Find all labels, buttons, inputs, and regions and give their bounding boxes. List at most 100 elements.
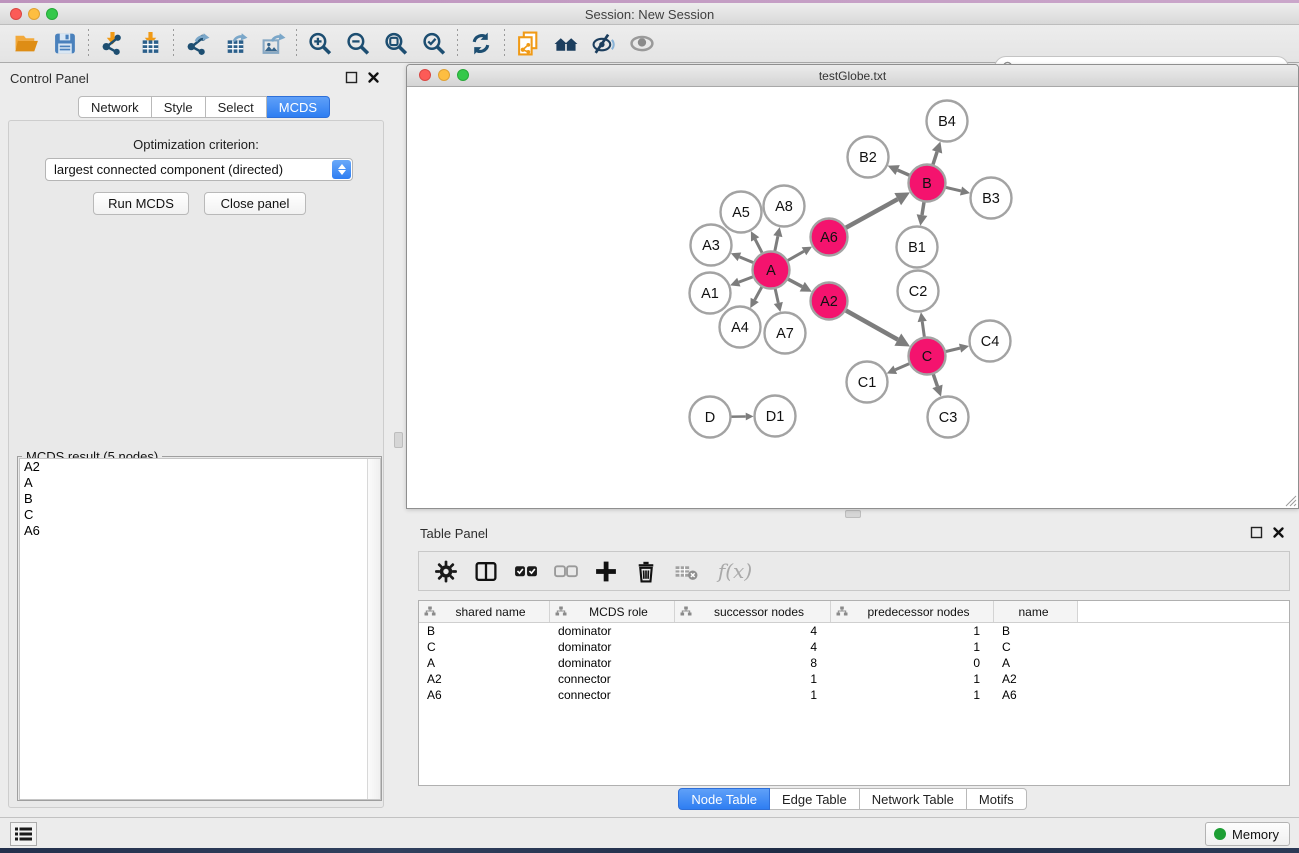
open-folder-button[interactable] (8, 28, 46, 60)
cell-name[interactable]: C (994, 639, 1078, 655)
mcds-result-item[interactable]: A2 (20, 459, 380, 475)
cell-shared-name[interactable]: C (419, 639, 550, 655)
export-network-button[interactable] (178, 28, 216, 60)
close-panel-button[interactable]: Close panel (204, 192, 306, 215)
zoom-in-button[interactable] (301, 28, 339, 60)
tab-network-table[interactable]: Network Table (860, 788, 967, 810)
export-table-icon (222, 31, 249, 56)
refresh-layout-button[interactable] (462, 28, 500, 60)
table-row[interactable]: Bdominator41B (419, 623, 1289, 639)
zoom-fit-button[interactable] (377, 28, 415, 60)
cell-predecessor-nodes[interactable]: 1 (831, 639, 994, 655)
tab-edge-table[interactable]: Edge Table (770, 788, 860, 810)
column-header-predecessor-nodes[interactable]: predecessor nodes (831, 601, 994, 622)
control-panel-title: Control Panel (10, 71, 89, 86)
new-network-from-file-button[interactable] (509, 28, 547, 60)
export-table-button[interactable] (216, 28, 254, 60)
horizontal-split-handle[interactable] (845, 510, 861, 518)
export-image-button[interactable] (254, 28, 292, 60)
list-icon (15, 827, 32, 841)
memory-button[interactable]: Memory (1205, 822, 1290, 846)
tab-mcds[interactable]: MCDS (267, 96, 330, 118)
cell-successor-nodes[interactable]: 4 (675, 623, 831, 639)
table-row[interactable]: A2connector11A2 (419, 671, 1289, 687)
network-window-titlebar[interactable]: testGlobe.txt (407, 65, 1298, 87)
save-session-button[interactable] (46, 28, 84, 60)
cell-MCDS-role[interactable]: connector (550, 671, 675, 687)
network-title: testGlobe.txt (407, 69, 1298, 83)
float-panel-icon[interactable] (345, 71, 358, 84)
tab-motifs[interactable]: Motifs (967, 788, 1027, 810)
cell-MCDS-role[interactable]: connector (550, 687, 675, 703)
cell-shared-name[interactable]: A2 (419, 671, 550, 687)
cell-name[interactable]: B (994, 623, 1078, 639)
zoom-selected-button[interactable] (415, 28, 453, 60)
hide-graphics-details-button[interactable] (585, 28, 623, 60)
cell-MCDS-role[interactable]: dominator (550, 655, 675, 671)
cell-name[interactable]: A (994, 655, 1078, 671)
split-view-button[interactable] (469, 555, 503, 587)
mcds-result-item[interactable]: C (20, 507, 380, 523)
cell-MCDS-role[interactable]: dominator (550, 639, 675, 655)
cell-shared-name[interactable]: A6 (419, 687, 550, 703)
network-canvas[interactable]: B4B2BB3A8A5A6A3B1AA1C2A2A4A7C4CC1DD1C3 (407, 87, 1298, 508)
delete-column-button[interactable] (629, 555, 663, 587)
table-panel-title: Table Panel (420, 526, 488, 541)
cell-predecessor-nodes[interactable]: 1 (831, 623, 994, 639)
vertical-split-handle[interactable] (394, 432, 403, 448)
cell-name[interactable]: A6 (994, 687, 1078, 703)
mcds-result-item[interactable]: B (20, 491, 380, 507)
cell-MCDS-role[interactable]: dominator (550, 623, 675, 639)
tab-style[interactable]: Style (152, 96, 206, 118)
node-label-A4: A4 (731, 320, 749, 336)
column-header-successor-nodes[interactable]: successor nodes (675, 601, 831, 622)
cell-predecessor-nodes[interactable]: 1 (831, 671, 994, 687)
column-header-MCDS-role[interactable]: MCDS role (550, 601, 675, 622)
tab-node-table[interactable]: Node Table (678, 788, 770, 810)
deselect-all-columns-button[interactable] (549, 555, 583, 587)
mcds-result-item[interactable]: A (20, 475, 380, 491)
task-history-button[interactable] (10, 822, 37, 846)
optimization-criterion-select[interactable]: largest connected component (directed) (45, 158, 353, 181)
node-table[interactable]: shared nameMCDS rolesuccessor nodesprede… (418, 600, 1290, 786)
cell-successor-nodes[interactable]: 1 (675, 671, 831, 687)
arrowhead-icon (959, 344, 969, 353)
gear-button[interactable] (429, 555, 463, 587)
table-row[interactable]: A6connector11A6 (419, 687, 1289, 703)
cell-predecessor-nodes[interactable]: 1 (831, 687, 994, 703)
run-mcds-button[interactable]: Run MCDS (93, 192, 189, 215)
cell-shared-name[interactable]: B (419, 623, 550, 639)
cell-successor-nodes[interactable]: 1 (675, 687, 831, 703)
close-panel-icon[interactable] (367, 71, 380, 84)
cell-name[interactable]: A2 (994, 671, 1078, 687)
zoom-out-button[interactable] (339, 28, 377, 60)
show-all-button[interactable] (623, 28, 661, 60)
node-label-A3: A3 (702, 238, 720, 254)
close-table-panel-icon[interactable] (1272, 526, 1285, 539)
table-row[interactable]: Adominator80A (419, 655, 1289, 671)
zoom-out-icon (345, 31, 372, 56)
column-header-name[interactable]: name (994, 601, 1078, 622)
resize-grip-icon[interactable] (1282, 492, 1297, 507)
select-all-columns-icon (513, 559, 539, 584)
cell-predecessor-nodes[interactable]: 0 (831, 655, 994, 671)
table-toolbar: f(x) (418, 551, 1290, 591)
main-titlebar[interactable]: Session: New Session (0, 3, 1299, 25)
table-row[interactable]: Cdominator41C (419, 639, 1289, 655)
mcds-result-item[interactable]: A6 (20, 523, 380, 539)
cell-successor-nodes[interactable]: 8 (675, 655, 831, 671)
show-graphics-details-button[interactable] (547, 28, 585, 60)
column-header-shared-name[interactable]: shared name (419, 601, 550, 622)
add-column-button[interactable] (589, 555, 623, 587)
cell-successor-nodes[interactable]: 4 (675, 639, 831, 655)
tab-network[interactable]: Network (78, 96, 152, 118)
float-table-panel-icon[interactable] (1250, 526, 1263, 539)
import-table-button[interactable] (131, 28, 169, 60)
network-view-window[interactable]: testGlobe.txt B4B2BB3A8A5A6A3B1AA1C2A2A4… (406, 64, 1299, 509)
cell-shared-name[interactable]: A (419, 655, 550, 671)
tab-select[interactable]: Select (206, 96, 267, 118)
mcds-result-list[interactable]: A2ABCA6 (19, 458, 381, 800)
scrollbar-track[interactable] (367, 459, 380, 799)
select-all-columns-button[interactable] (509, 555, 543, 587)
import-network-button[interactable] (93, 28, 131, 60)
